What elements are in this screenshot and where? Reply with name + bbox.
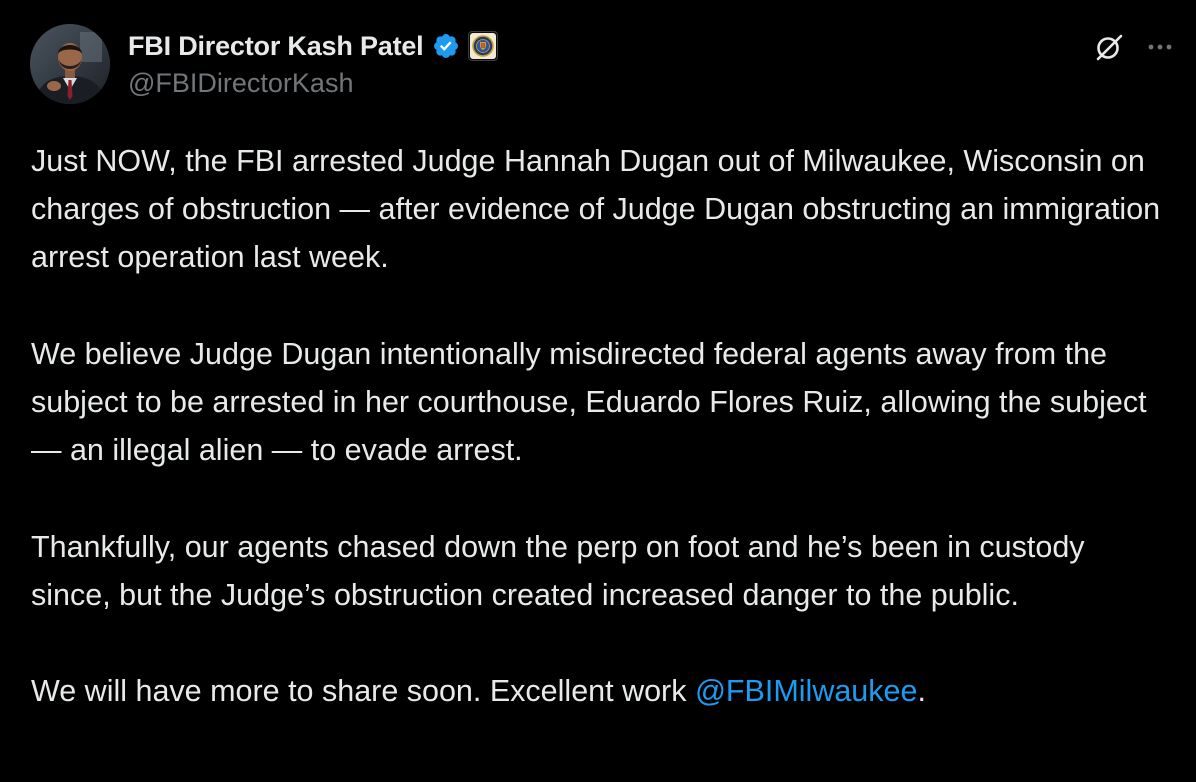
tweet-actions <box>1092 30 1176 64</box>
author-display-name[interactable]: FBI Director Kash Patel <box>128 31 424 62</box>
avatar[interactable] <box>30 24 110 104</box>
avatar-image <box>30 24 110 104</box>
tweet-paragraph-4-end: . <box>917 674 926 709</box>
fbi-seal-icon[interactable] <box>467 31 498 61</box>
grok-icon[interactable] <box>1092 30 1126 64</box>
author-name-row: FBI Director Kash Patel <box>128 28 498 64</box>
mention-link[interactable]: @FBIMilwaukee <box>695 674 918 708</box>
tweet-paragraph-4: We will have more to share soon. Excelle… <box>31 667 1171 715</box>
tweet-paragraph-2: We believe Judge Dugan intentionally mis… <box>31 336 1147 468</box>
tweet-text: Just NOW, the FBI arrested Judge Hannah … <box>31 137 1171 715</box>
verified-badge-icon[interactable] <box>432 32 460 60</box>
tweet-paragraph-1: Just NOW, the FBI arrested Judge Hannah … <box>31 144 1161 275</box>
tweet-paragraph-3: Thankfully, our agents chased down the p… <box>31 529 1085 612</box>
author-handle[interactable]: @FBIDirectorKash <box>128 68 498 99</box>
author-info: FBI Director Kash Patel @FBIDirectorKash <box>128 28 498 99</box>
tweet-paragraph-4-text: We will have more to share soon. Excelle… <box>31 674 695 709</box>
more-icon[interactable] <box>1144 31 1176 63</box>
tweet-header: FBI Director Kash Patel @FBIDirectorKash <box>30 24 1176 106</box>
tweet: FBI Director Kash Patel @FBIDirectorKash… <box>0 0 1196 782</box>
